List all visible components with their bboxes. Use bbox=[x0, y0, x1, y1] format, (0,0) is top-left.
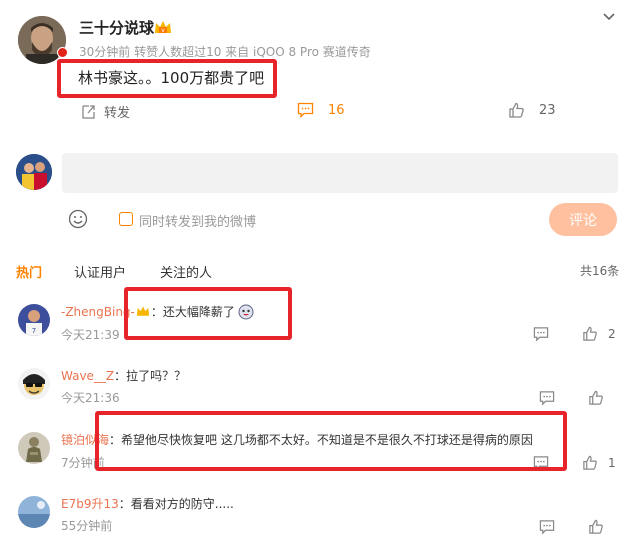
like-count: 23 bbox=[539, 103, 556, 118]
comment-text: ：拉了吗？？ bbox=[114, 369, 187, 383]
comment-time: 55分钟前 bbox=[61, 519, 113, 533]
emoji-icon[interactable] bbox=[68, 209, 88, 229]
comment-like-button[interactable] bbox=[588, 519, 612, 535]
vip-crown-icon: v bbox=[155, 21, 171, 34]
tab-following[interactable]: 关注的人 bbox=[160, 262, 212, 281]
comment-text: ：看看对方的防守..... bbox=[118, 497, 234, 511]
tab-hot[interactable]: 热门 bbox=[16, 262, 42, 281]
highlight-box-comment-1 bbox=[124, 287, 292, 340]
verified-badge-icon bbox=[57, 47, 68, 58]
comment-author[interactable]: Wave__Z bbox=[61, 369, 114, 383]
reply-icon[interactable] bbox=[539, 519, 555, 535]
comment-avatar[interactable]: 7 bbox=[18, 304, 50, 336]
total-count: 共16条 bbox=[580, 264, 620, 278]
comment-icon bbox=[297, 102, 314, 118]
svg-text:7: 7 bbox=[32, 327, 36, 335]
thumbs-up-icon bbox=[589, 519, 603, 534]
comment-like-count: 2 bbox=[608, 327, 616, 341]
share-label: 转发 bbox=[104, 106, 131, 121]
chevron-down-icon[interactable] bbox=[601, 9, 617, 25]
my-avatar bbox=[16, 154, 52, 190]
share-button[interactable]: 转发 bbox=[80, 102, 130, 121]
thumbs-up-icon bbox=[589, 390, 603, 405]
reply-icon[interactable] bbox=[539, 390, 555, 406]
repost-checkbox-label: 同时转发到我的微博 bbox=[139, 215, 257, 230]
thumbs-up-icon bbox=[509, 102, 524, 118]
like-button[interactable]: 23 bbox=[508, 102, 556, 119]
comment-input[interactable] bbox=[62, 153, 618, 193]
thumbs-up-icon bbox=[583, 326, 597, 341]
reply-icon[interactable] bbox=[533, 326, 549, 342]
comment-like-count: 1 bbox=[608, 456, 616, 470]
comment-like-button[interactable] bbox=[588, 390, 612, 406]
submit-comment-button[interactable]: 评论 bbox=[549, 203, 617, 236]
comment-like-button[interactable]: 2 bbox=[582, 326, 616, 342]
thumbs-up-icon bbox=[583, 455, 597, 470]
highlight-box-comment-3 bbox=[95, 411, 567, 471]
comment-like-button[interactable]: 1 bbox=[582, 455, 616, 471]
comment-author[interactable]: E7b9升13 bbox=[61, 495, 119, 512]
comment-button[interactable]: 16 bbox=[297, 102, 345, 118]
share-icon bbox=[82, 104, 95, 119]
comment-avatar[interactable] bbox=[18, 432, 50, 464]
repost-checkbox[interactable] bbox=[119, 212, 133, 226]
highlight-box-post bbox=[57, 59, 277, 98]
comment-count: 16 bbox=[328, 102, 345, 118]
comment-avatar[interactable] bbox=[18, 368, 50, 400]
post-author-name[interactable]: 三十分说球 bbox=[79, 17, 154, 38]
comment-line: Wave__Z ：拉了吗？？ bbox=[61, 367, 186, 384]
comment-line: E7b9升13 ：看看对方的防守..... bbox=[61, 495, 234, 512]
post-meta: 30分钟前 转赞人数超过10 来自 iQOO 8 Pro 赛道传奇 bbox=[79, 45, 371, 59]
comment-time: 今天21:36 bbox=[61, 391, 120, 405]
comment-time: 今天21:39 bbox=[61, 328, 120, 342]
svg-text:v: v bbox=[161, 27, 165, 34]
tab-verified-users[interactable]: 认证用户 bbox=[74, 262, 126, 281]
comment-avatar[interactable] bbox=[18, 496, 50, 528]
